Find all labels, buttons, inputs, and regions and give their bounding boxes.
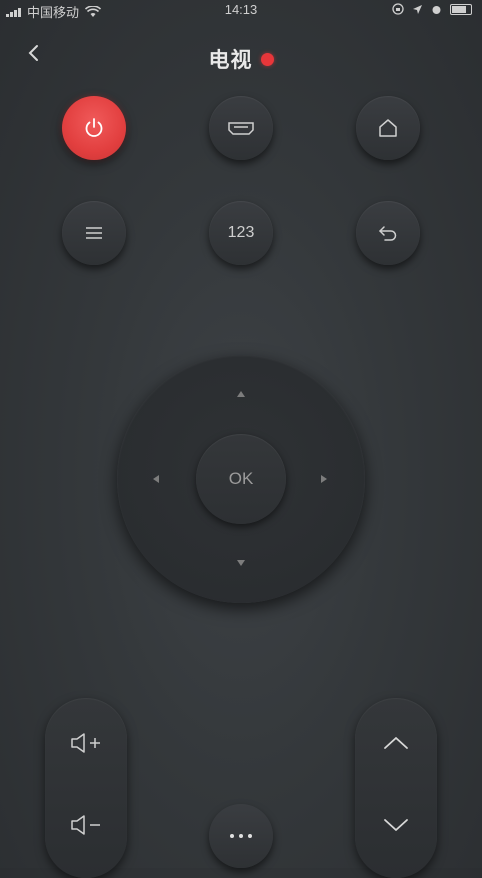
home-button[interactable] [356, 96, 420, 160]
channel-control [355, 698, 437, 878]
header: 电视 [0, 44, 482, 74]
volume-up-icon [71, 733, 100, 753]
location-icon [413, 4, 422, 14]
ok-button[interactable]: OK [196, 434, 286, 524]
dpad-up-icon[interactable] [237, 391, 245, 397]
number-pad-label: 123 [227, 224, 255, 241]
return-button[interactable] [356, 201, 420, 265]
alarm-icon [432, 5, 441, 14]
input-source-button[interactable] [209, 96, 273, 160]
power-button[interactable] [62, 96, 126, 160]
number-pad-button[interactable]: 123 [209, 201, 273, 265]
dpad-left-icon[interactable] [153, 475, 159, 483]
status-bar: 中国移动 14:13 [0, 0, 482, 22]
ok-label: OK [228, 469, 254, 488]
menu-button[interactable] [62, 201, 126, 265]
power-icon [85, 118, 103, 137]
lock-rotation-icon [392, 3, 404, 15]
more-button[interactable] [209, 804, 273, 868]
channel-up-button[interactable] [355, 702, 437, 784]
page-title: 电视 [208, 49, 253, 72]
chevron-down-icon [384, 819, 408, 831]
volume-down-icon [71, 815, 100, 835]
battery-icon [450, 3, 472, 15]
volume-down-button[interactable] [45, 784, 127, 866]
status-icons [392, 3, 472, 15]
dpad-right-icon[interactable] [321, 475, 327, 483]
volume-control [45, 698, 127, 878]
hdmi-icon [228, 122, 254, 135]
volume-up-button[interactable] [45, 702, 127, 784]
chevron-up-icon [384, 737, 408, 749]
channel-down-button[interactable] [355, 784, 437, 866]
dpad-down-icon[interactable] [237, 560, 245, 566]
status-dot [260, 52, 274, 66]
direction-pad: OK [117, 355, 365, 603]
home-icon [379, 119, 397, 137]
return-icon [379, 226, 397, 241]
more-icon [230, 834, 252, 838]
menu-icon [86, 227, 102, 239]
